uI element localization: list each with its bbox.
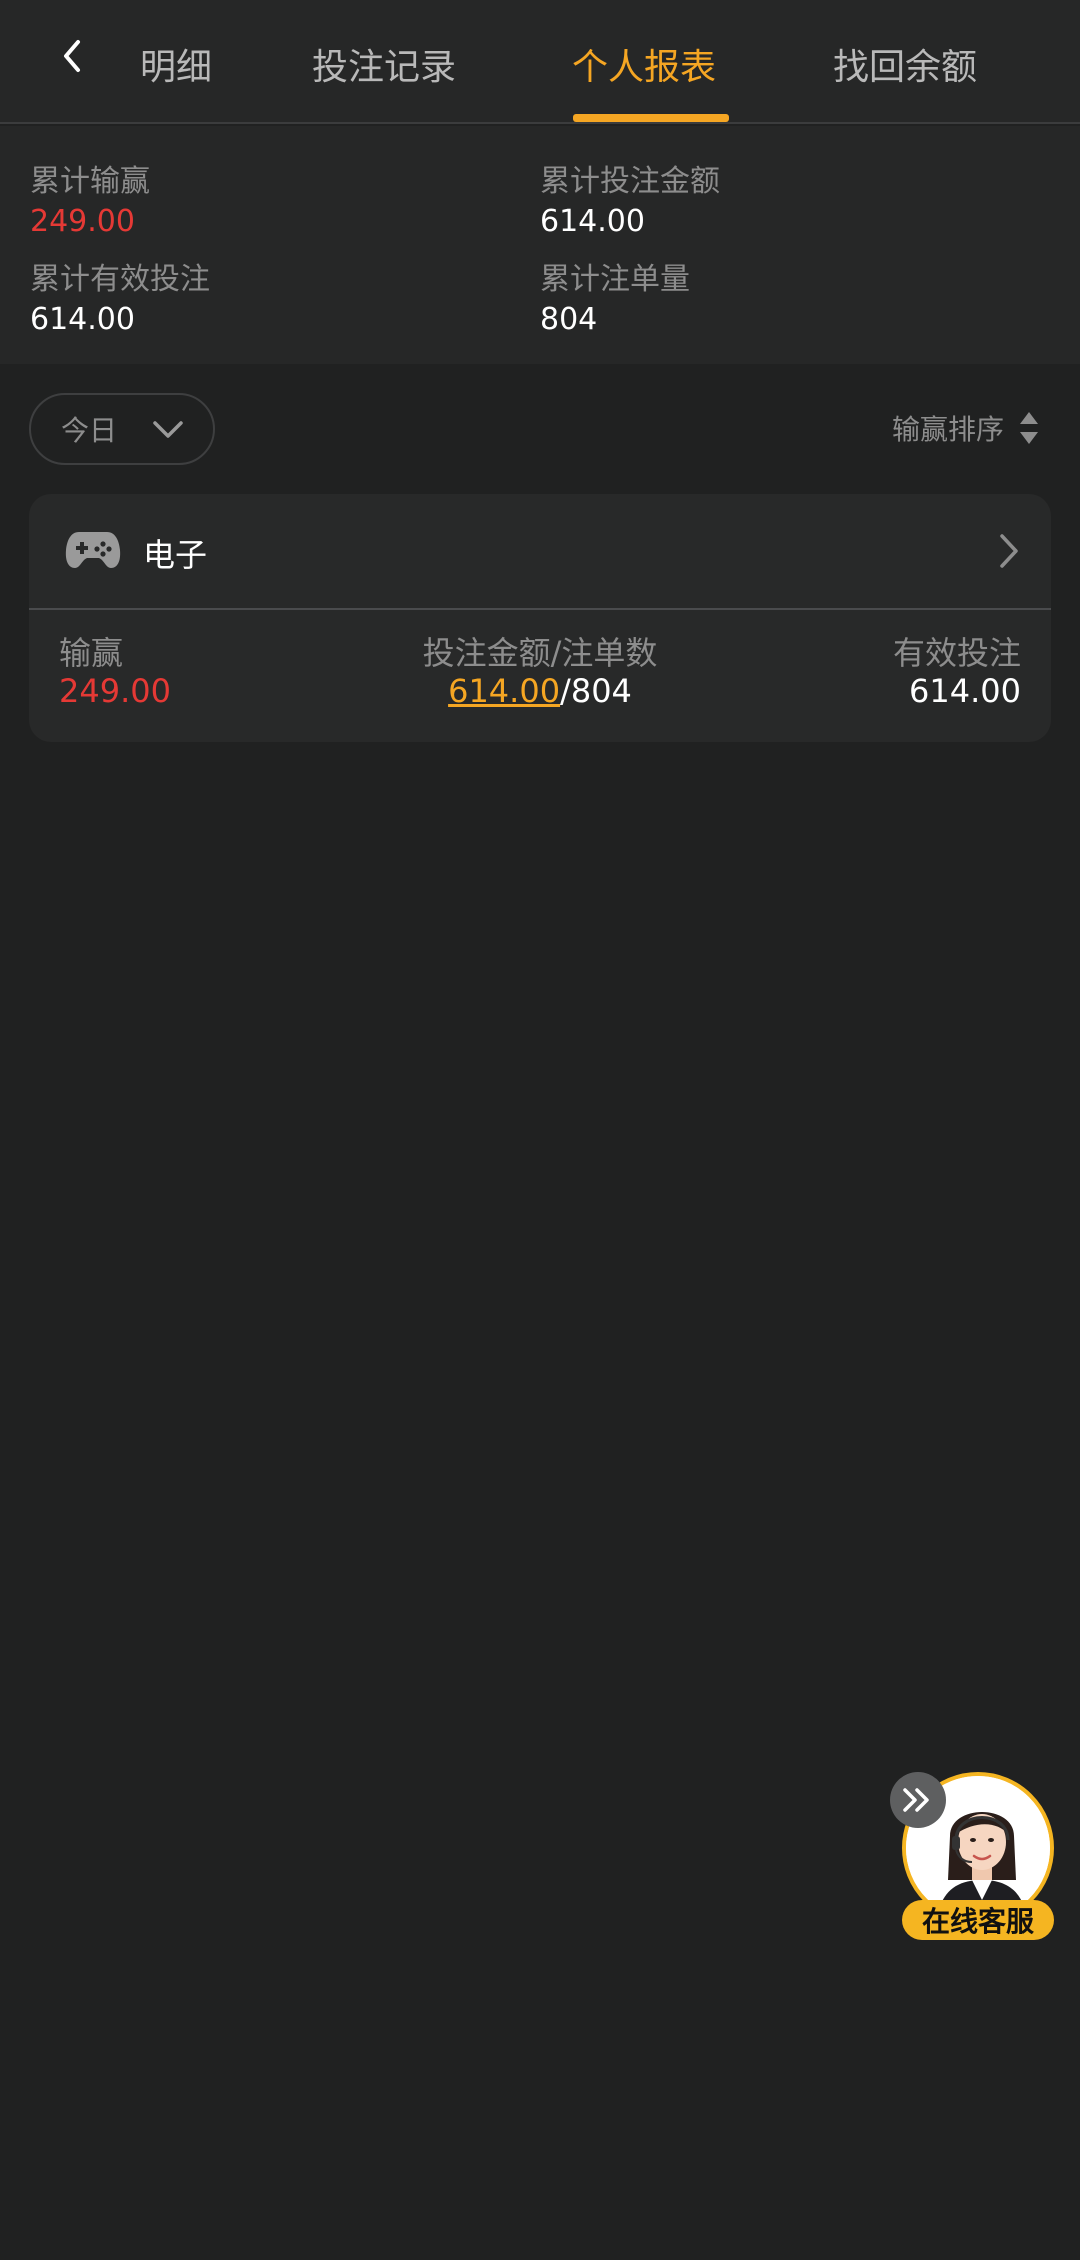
order-count: 804 <box>570 672 632 710</box>
tab-personal-report[interactable]: 个人报表 <box>572 38 716 90</box>
online-support-widget[interactable]: 在线客服 <box>890 1772 1058 1944</box>
summary-value: 614.00 <box>540 204 645 239</box>
top-tab-bar: 明细 投注记录 个人报表 找回余额 <box>0 0 1080 124</box>
date-range-select[interactable]: 今日 <box>29 393 215 465</box>
chevron-down-icon <box>153 421 183 438</box>
card-title: 电子 <box>143 536 208 574</box>
sort-by-win-loss-button[interactable]: 输赢排序 <box>892 408 1040 448</box>
back-button[interactable] <box>40 24 104 88</box>
summary-value: 804 <box>540 302 598 337</box>
summary-label: 累计有效投注 <box>30 262 210 297</box>
support-label[interactable]: 在线客服 <box>902 1900 1054 1940</box>
summary-total-valid-bet: 累计有效投注 614.00 <box>30 254 210 337</box>
summary-value: 249.00 <box>30 204 135 239</box>
tab-recover-balance[interactable]: 找回余额 <box>833 38 977 90</box>
amount-orders-value: 614.00/804 <box>29 672 1051 710</box>
chevron-left-icon <box>64 40 80 72</box>
tab-details[interactable]: 明细 <box>140 38 212 90</box>
category-card-electronic: 电子 输赢 249.00 投注金额/注单数 614.00/804 有效投注 61… <box>29 494 1051 742</box>
valid-bet-value: 614.00 <box>909 672 1021 710</box>
active-tab-indicator <box>573 114 729 122</box>
summary-label: 累计投注金额 <box>540 164 720 199</box>
summary-label: 累计输赢 <box>30 164 150 199</box>
sort-arrows-icon <box>1020 412 1038 444</box>
summary-total-win-loss: 累计输赢 249.00 <box>30 156 150 239</box>
card-header[interactable]: 电子 <box>29 494 1051 610</box>
collapse-support-button[interactable] <box>890 1772 946 1828</box>
sort-label: 输赢排序 <box>891 413 1004 446</box>
summary-label: 累计注单量 <box>540 262 690 297</box>
amount-separator: / <box>560 672 571 710</box>
valid-bet-label: 有效投注 <box>892 634 1021 672</box>
date-range-label: 今日 <box>61 414 118 447</box>
summary-value: 614.00 <box>30 302 135 337</box>
summary-panel: 累计输赢 249.00 累计投注金额 614.00 累计有效投注 614.00 … <box>0 126 1080 364</box>
bet-amount-link[interactable]: 614.00 <box>448 672 560 710</box>
summary-total-bet-amount: 累计投注金额 614.00 <box>540 156 720 239</box>
double-chevron-right-icon <box>903 1788 929 1812</box>
summary-total-orders: 累计注单量 804 <box>540 254 690 337</box>
chevron-right-icon <box>1000 534 1018 568</box>
tab-bet-records[interactable]: 投注记录 <box>312 38 456 90</box>
gamepad-icon <box>65 532 121 568</box>
